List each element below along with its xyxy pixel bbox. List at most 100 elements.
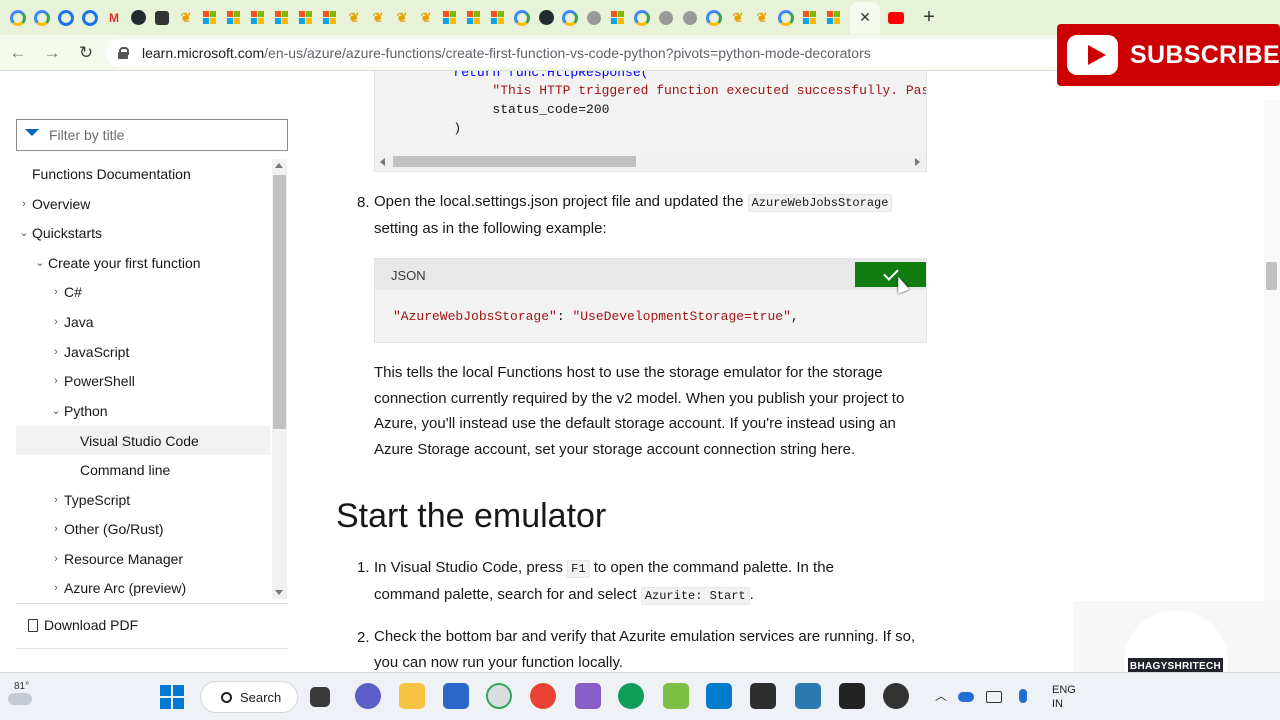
weather-temperature[interactable]: 81° — [14, 681, 29, 692]
microsoft-tab-icon[interactable] — [606, 6, 630, 30]
url-path: /en-us/azure/azure-functions/create-firs… — [264, 45, 871, 61]
toc-item-javascript[interactable]: › JavaScript — [16, 337, 270, 366]
linkedin-tab-icon[interactable] — [150, 6, 174, 30]
leaf-tab-icon[interactable]: ❦ — [342, 6, 366, 30]
toc-item-azure-arc[interactable]: › Azure Arc (preview) — [16, 573, 270, 599]
chevron-up-icon[interactable]: ︿ — [935, 687, 947, 704]
reload-icon[interactable]: ↻ — [70, 37, 102, 69]
cloud-icon — [8, 693, 32, 705]
scroll-down-icon[interactable] — [275, 590, 283, 595]
obs-icon[interactable] — [883, 683, 909, 709]
toc-item-resource-manager[interactable]: › Resource Manager — [16, 544, 270, 573]
filter-input[interactable]: Filter by title — [16, 119, 288, 151]
github-tab-icon[interactable] — [534, 6, 558, 30]
code-horizontal-scrollbar[interactable] — [375, 153, 926, 170]
toc-item-python[interactable]: ⌄ Python — [16, 396, 270, 425]
subscribe-overlay: SUBSCRIBE — [1057, 24, 1280, 86]
teams-icon[interactable] — [355, 683, 381, 709]
toc-label: Command line — [80, 461, 171, 478]
toc-item-overview[interactable]: › Overview — [16, 189, 270, 218]
microsoft-tab-icon[interactable] — [462, 6, 486, 30]
section-heading: Start the emulator — [336, 497, 607, 535]
copy-button[interactable] — [855, 262, 926, 287]
chrome-profile-icon[interactable] — [530, 683, 556, 709]
windows-start-icon[interactable] — [160, 685, 184, 709]
file-explorer-icon[interactable] — [399, 683, 425, 709]
active-tab-close-icon[interactable]: ✕ — [850, 1, 880, 34]
toc-item-create-first-function[interactable]: ⌄ Create your first function — [16, 248, 270, 277]
toc-item-typescript[interactable]: › TypeScript — [16, 485, 270, 514]
toc-item-visual-studio-code[interactable]: Visual Studio Code — [16, 426, 270, 455]
toc-item-powershell[interactable]: › PowerShell — [16, 366, 270, 395]
gmail-tab-icon[interactable]: M — [102, 6, 126, 30]
task-view-icon[interactable] — [310, 687, 330, 707]
notepad-icon[interactable] — [795, 683, 821, 709]
toc-scroll-thumb[interactable] — [273, 175, 286, 429]
google-tab-icon[interactable] — [30, 6, 54, 30]
github-tab-icon[interactable] — [126, 6, 150, 30]
json-code-block: JSON "AzureWebJobsStorage": "UseDevelopm… — [374, 258, 927, 343]
google-tab-icon[interactable] — [774, 6, 798, 30]
microsoft-tab-icon[interactable] — [822, 6, 846, 30]
google-tab-icon[interactable] — [558, 6, 582, 30]
microphone-icon[interactable] — [1019, 689, 1027, 703]
toc-item-csharp[interactable]: › C# — [16, 277, 270, 306]
google-tab-icon[interactable] — [510, 6, 534, 30]
onedrive-icon[interactable] — [958, 692, 974, 702]
toc-label: Visual Studio Code — [80, 432, 199, 449]
vscode-icon[interactable] — [706, 683, 732, 709]
taskbar-search[interactable]: Search — [200, 681, 298, 713]
python-tool-icon[interactable] — [663, 683, 689, 709]
edge-icon[interactable] — [618, 683, 644, 709]
sticky-notes-icon[interactable] — [839, 683, 865, 709]
new-tab-button[interactable]: + — [916, 5, 942, 31]
language-indicator[interactable]: ENG IN — [1052, 683, 1076, 711]
store-icon[interactable] — [443, 683, 469, 709]
page-scrollbar[interactable] — [1264, 100, 1280, 672]
openai-tab-icon[interactable] — [654, 6, 678, 30]
youtube-tab-icon[interactable] — [884, 6, 908, 30]
toc-item-functions-documentation[interactable]: Functions Documentation — [16, 159, 270, 188]
google-tab-icon[interactable] — [702, 6, 726, 30]
toc-item-java[interactable]: › Java — [16, 307, 270, 336]
leaf-tab-icon[interactable]: ❦ — [726, 6, 750, 30]
back-arrow-icon[interactable]: ← — [2, 37, 34, 69]
openai-tab-icon[interactable] — [582, 6, 606, 30]
leaf-tab-icon[interactable]: ❦ — [414, 6, 438, 30]
toc-item-command-line[interactable]: Command line — [16, 455, 270, 484]
code-scroll-thumb[interactable] — [393, 156, 636, 167]
snipping-tool-icon[interactable] — [575, 683, 601, 709]
keyboard-icon[interactable] — [986, 691, 1002, 703]
address-bar[interactable]: learn.microsoft.com/en-us/azure/azure-fu… — [106, 39, 1066, 67]
scroll-up-icon[interactable] — [275, 163, 283, 168]
page-scroll-thumb[interactable] — [1266, 262, 1277, 290]
microsoft-tab-icon[interactable] — [438, 6, 462, 30]
google-tab-icon[interactable] — [6, 6, 30, 30]
scroll-left-icon[interactable] — [380, 158, 385, 166]
microsoft-tab-icon[interactable] — [294, 6, 318, 30]
toc-item-other-go-rust[interactable]: › Other (Go/Rust) — [16, 514, 270, 543]
openai-tab-icon[interactable] — [678, 6, 702, 30]
leaf-tab-icon[interactable]: ❦ — [174, 6, 198, 30]
forward-arrow-icon[interactable]: → — [36, 37, 68, 69]
leaf-tab-icon[interactable]: ❦ — [750, 6, 774, 30]
google-tab-icon[interactable] — [630, 6, 654, 30]
download-pdf-link[interactable]: Download PDF — [28, 615, 138, 635]
toc-item-quickstarts[interactable]: ⌄ Quickstarts — [16, 218, 270, 247]
scroll-right-icon[interactable] — [915, 158, 920, 166]
microsoft-tab-icon[interactable] — [270, 6, 294, 30]
leaf-tab-icon[interactable]: ❦ — [366, 6, 390, 30]
microsoft-tab-icon[interactable] — [222, 6, 246, 30]
toc-scrollbar[interactable] — [272, 159, 287, 599]
microsoft-tab-icon[interactable] — [798, 6, 822, 30]
microsoft-tab-icon[interactable] — [318, 6, 342, 30]
chrome-tab-icon[interactable] — [54, 6, 78, 30]
microsoft-tab-icon[interactable] — [198, 6, 222, 30]
leaf-tab-icon[interactable]: ❦ — [390, 6, 414, 30]
json-trail: , — [790, 309, 799, 324]
terminal-icon[interactable] — [750, 683, 776, 709]
microsoft-tab-icon[interactable] — [486, 6, 510, 30]
microsoft-tab-icon[interactable] — [246, 6, 270, 30]
chrome-tab-icon[interactable] — [78, 6, 102, 30]
chrome-icon[interactable] — [486, 683, 512, 709]
